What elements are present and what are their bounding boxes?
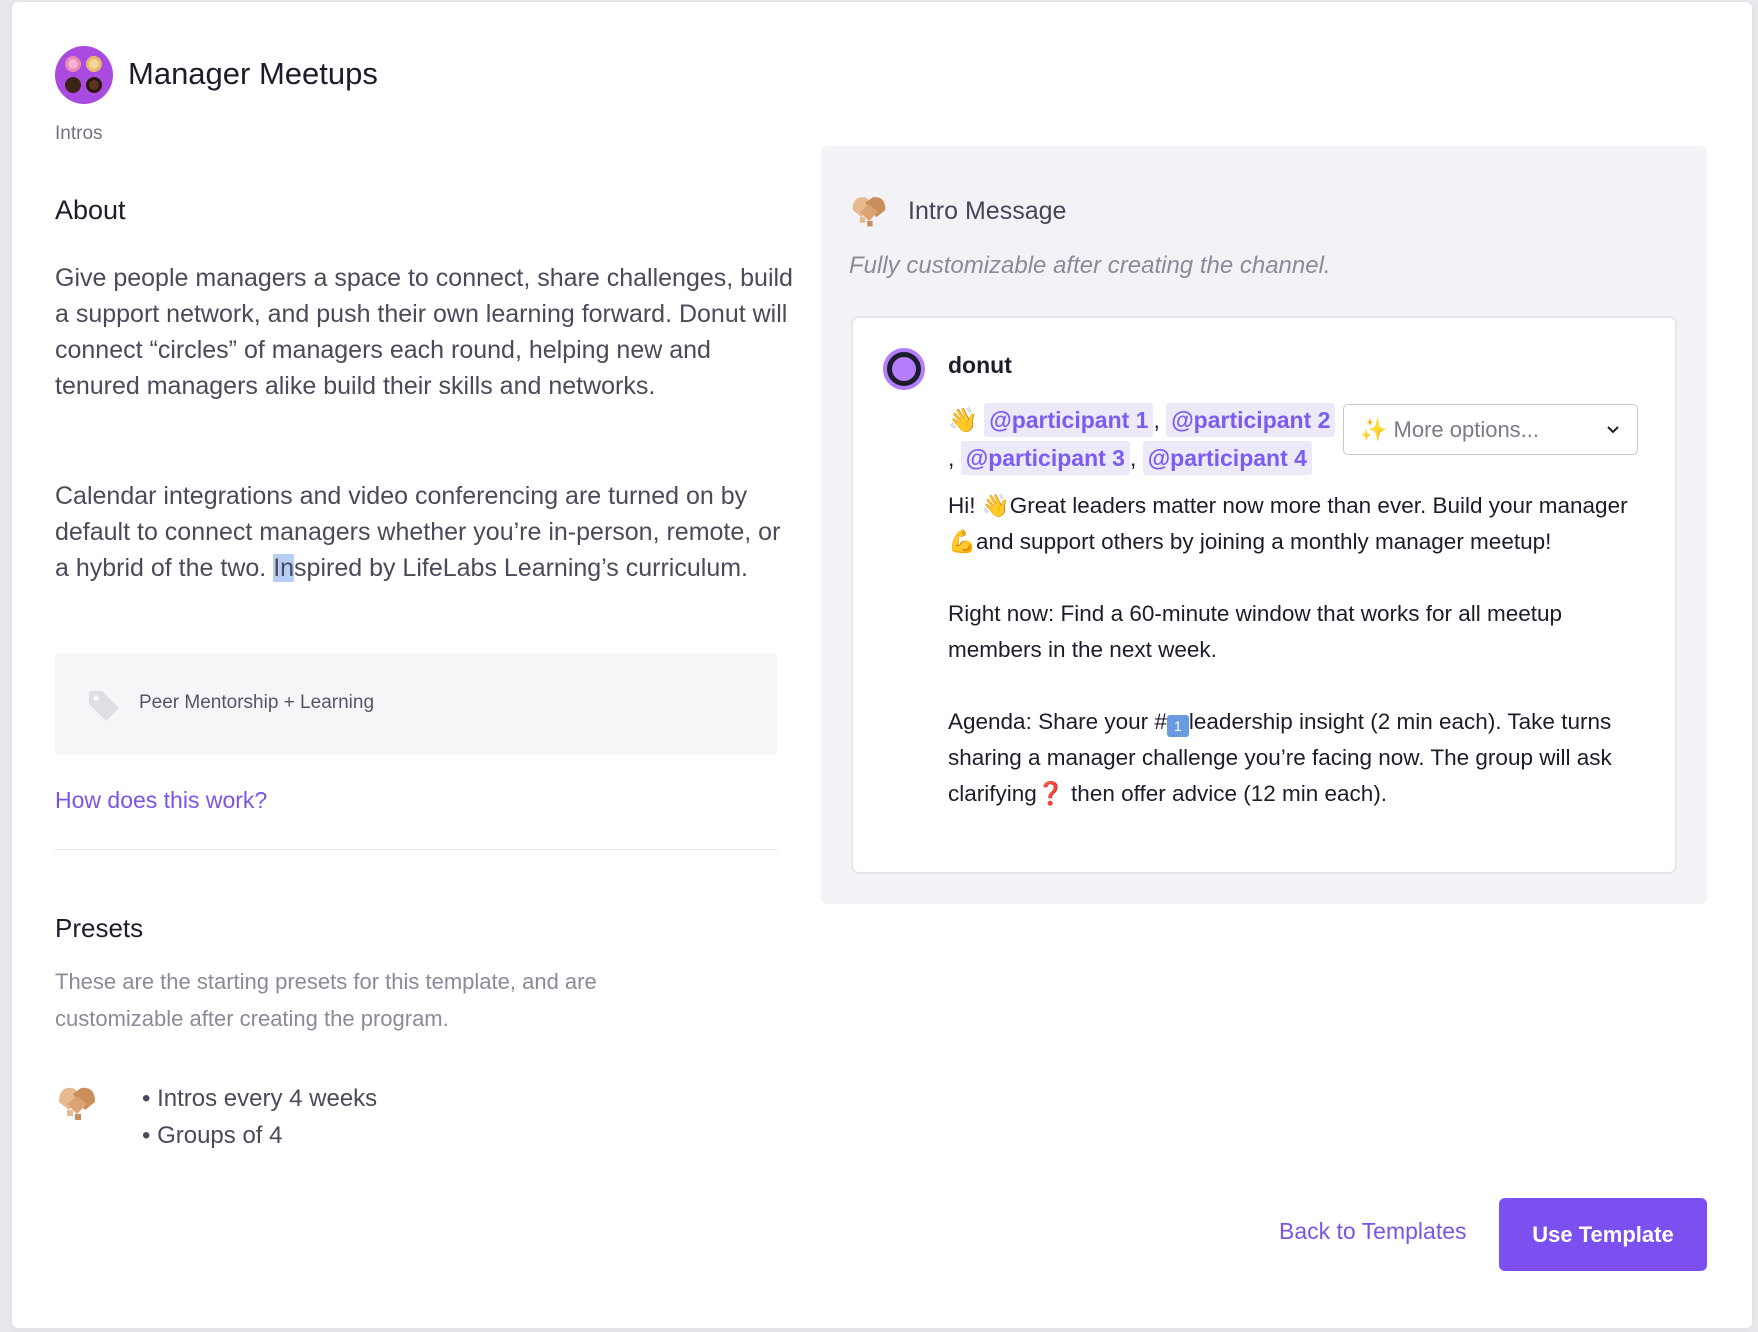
template-modal: Manager Meetups Intros About Give people… <box>12 2 1752 1328</box>
more-options-label: ✨ More options... <box>1360 417 1540 442</box>
back-to-templates-button[interactable]: Back to Templates <box>1279 1218 1467 1245</box>
preset-frequency-prefix: • Intros <box>142 1085 224 1112</box>
tag-icon <box>89 691 119 721</box>
message-paragraph-1: Hi! 👋Great leaders matter now more than … <box>948 488 1658 560</box>
question-mark-icon: ❓ <box>1036 781 1065 806</box>
category-tag-box: Peer Mentorship + Learning <box>55 653 777 755</box>
message-paragraph-3-end: then offer advice (12 min each). <box>1064 781 1388 806</box>
text-selection: In <box>273 554 295 582</box>
message-paragraph-3-start: Agenda: Share your # <box>948 709 1167 734</box>
mention-separator: , <box>1153 407 1160 433</box>
breadcrumb[interactable]: Intros <box>55 123 103 145</box>
mention-participant-1[interactable]: @participant 1 <box>984 403 1154 437</box>
more-options-dropdown[interactable]: ✨ More options... <box>1343 404 1638 455</box>
preset-frequency-value: every 4 weeks <box>223 1085 378 1112</box>
handshake-icon <box>59 1087 95 1120</box>
waving-hand-icon: 👋 <box>948 407 978 434</box>
message-body: Hi! 👋Great leaders matter now more than … <box>948 488 1658 848</box>
preset-item-frequency: • Intros every 4 weeks <box>142 1080 377 1117</box>
intro-message-panel: Intro Message Fully customizable after c… <box>821 146 1707 904</box>
preset-item-group-size: • Groups of 4 <box>142 1122 283 1149</box>
message-paragraph-1-start: Hi! 👋Great leaders matter now more than … <box>948 493 1628 518</box>
divider <box>55 849 777 850</box>
bot-name: donut <box>948 352 1012 378</box>
message-paragraph-1-end: and support others by joining a monthly … <box>976 529 1552 554</box>
about-heading: About <box>55 195 126 225</box>
message-preview-card: donut 👋 @participant 1, @participant 2, … <box>851 316 1677 874</box>
mention-separator: , <box>1129 445 1137 471</box>
donut-bot-avatar <box>883 348 925 390</box>
mention-list: 👋 @participant 1, @participant 2, @parti… <box>948 402 1338 478</box>
mention-participant-2[interactable]: @participant 2 <box>1166 403 1336 437</box>
flexed-biceps-icon: 💪 <box>948 529 977 554</box>
category-tag-label: Peer Mentorship + Learning <box>139 692 375 713</box>
chevron-down-icon <box>1607 426 1619 434</box>
mention-separator: , <box>948 445 955 471</box>
handshake-icon <box>852 197 886 227</box>
keycap-one-icon: 1 <box>1166 715 1189 737</box>
use-template-button[interactable]: Use Template <box>1499 1198 1707 1271</box>
mention-participant-3[interactable]: @participant 3 <box>960 441 1130 475</box>
intro-message-title: Intro Message <box>908 197 1067 225</box>
intro-message-subtitle: Fully customizable after creating the ch… <box>849 252 1331 279</box>
about-paragraph-2-end: spired by LifeLabs Learning’s curriculum… <box>294 554 748 582</box>
page-title: Manager Meetups <box>128 56 378 91</box>
presets-list: • Intros every 4 weeks • Groups of 4 <box>142 1080 377 1154</box>
presets-description: These are the starting presets for this … <box>55 969 597 1031</box>
about-paragraph-2: Calendar integrations and video conferen… <box>55 478 795 586</box>
donut-logo-icon <box>55 46 113 104</box>
presets-heading: Presets <box>55 913 144 943</box>
how-does-this-work-link[interactable]: How does this work? <box>55 787 267 814</box>
message-paragraph-2: Right now: Find a 60-minute window that … <box>948 601 1563 662</box>
message-paragraph-3: Agenda: Share your #1 leadership insight … <box>948 704 1658 812</box>
mention-participant-4[interactable]: @participant 4 <box>1142 441 1312 475</box>
about-paragraph-1: Give people managers a space to connect,… <box>55 264 793 400</box>
